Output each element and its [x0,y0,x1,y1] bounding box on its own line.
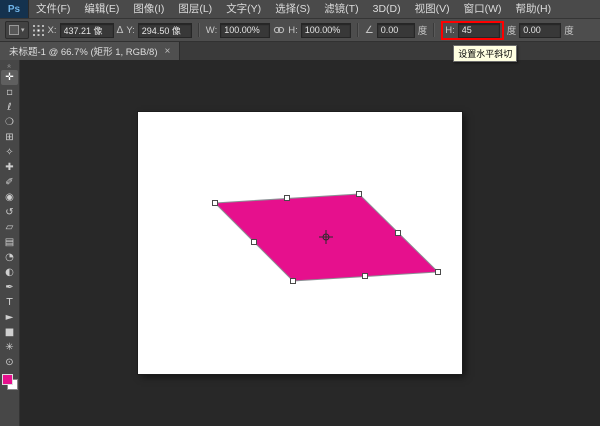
vertical-skew-input[interactable] [519,23,561,38]
transform-overlay [20,60,600,426]
transform-handle[interactable] [363,274,368,279]
tab-close-icon[interactable]: × [164,46,170,57]
link-dimensions-icon[interactable] [273,25,285,35]
rectangle-tool[interactable]: ■ [1,325,18,340]
y-label: Y: [126,25,134,36]
blur-tool[interactable]: ◔ [1,250,18,265]
x-label: X: [48,25,57,36]
transform-options-bar: ▾ X: Δ Y: W: H: ∠ 度 H: 度 设置水平斜切 度 [0,19,600,42]
width-label: W: [206,25,217,36]
crop-tool[interactable]: ⊞ [1,130,18,145]
hskew-label: H: [445,25,455,36]
x-position-input[interactable] [60,23,114,38]
current-tool-thumbnail [9,25,19,35]
y-position-input[interactable] [138,23,192,38]
menu-item[interactable]: 编辑(E) [77,0,126,18]
panel-collapse-icon[interactable]: » [6,64,14,68]
transform-handle[interactable] [252,240,257,245]
tool-preset-button[interactable]: ▾ [5,21,29,39]
transform-handle[interactable] [291,279,296,284]
menu-item[interactable]: 文件(F) [29,0,77,18]
move-tool[interactable]: ✛ [1,70,18,85]
menu-item[interactable]: 文字(Y) [219,0,268,18]
menu-items: 文件(F)编辑(E)图像(I)图层(L)文字(Y)选择(S)滤镜(T)3D(D)… [29,0,558,18]
eraser-tool[interactable]: ▱ [1,220,18,235]
relative-position-icon[interactable]: Δ [117,25,124,36]
hand-tool[interactable]: ✳ [1,340,18,355]
menu-bar: Ps 文件(F)编辑(E)图像(I)图层(L)文字(Y)选择(S)滤镜(T)3D… [0,0,600,19]
width-percent-input[interactable] [220,23,270,38]
rotate-angle-icon: ∠ [365,25,374,36]
path-selection-tool[interactable]: ► [1,310,18,325]
transform-handle[interactable] [396,231,401,236]
horizontal-skew-input[interactable] [458,23,500,38]
annotation-highlight: H: [441,21,504,40]
transform-handle[interactable] [213,201,218,206]
horizontal-skew-group: H: 度 设置水平斜切 [441,21,516,40]
foreground-color-swatch[interactable] [2,374,13,385]
clone-stamp-tool[interactable]: ◉ [1,190,18,205]
brush-tool[interactable]: ✐ [1,175,18,190]
rectangular-marquee-tool[interactable]: ▫ [1,85,18,100]
eyedropper-tool[interactable]: ✧ [1,145,18,160]
menu-item[interactable]: 帮助(H) [509,0,559,18]
menu-item[interactable]: 图层(L) [171,0,219,18]
angle-unit-label: 度 [418,23,428,37]
menu-item[interactable]: 窗口(W) [457,0,509,18]
menu-item[interactable]: 图像(I) [126,0,171,18]
photoshop-logo: Ps [0,0,29,18]
vskew-unit-label: 度 [564,23,574,37]
spot-healing-brush-tool[interactable]: ✚ [1,160,18,175]
transform-handle[interactable] [357,192,362,197]
tools-panel: » ✛▫ℓ❍⊞✧✚✐◉↺▱▤◔◐✒T►■✳⊙ [0,60,20,426]
lasso-tool[interactable]: ℓ [1,100,18,115]
pen-tool[interactable]: ✒ [1,280,18,295]
quick-selection-tool[interactable]: ❍ [1,115,18,130]
menu-item[interactable]: 滤镜(T) [317,0,365,18]
reference-point-locator[interactable] [32,24,45,37]
document-tab[interactable]: 未标题-1 @ 66.7% (矩形 1, RGB/8) × [0,42,180,60]
transform-handle[interactable] [436,270,441,275]
rotate-angle-input[interactable] [377,23,415,38]
document-tab-title: 未标题-1 @ 66.7% (矩形 1, RGB/8) [9,44,157,58]
history-brush-tool[interactable]: ↺ [1,205,18,220]
chevron-down-icon: ▾ [21,26,25,34]
options-divider [198,23,200,37]
height-percent-input[interactable] [301,23,351,38]
height-label: H: [288,25,298,36]
transform-handle[interactable] [285,196,290,201]
color-swatches [2,374,18,390]
menu-item[interactable]: 3D(D) [366,0,408,18]
dodge-tool[interactable]: ◐ [1,265,18,280]
menu-item[interactable]: 视图(V) [408,0,457,18]
options-divider [433,23,435,37]
hskew-tooltip: 设置水平斜切 [453,45,517,62]
type-tool[interactable]: T [1,295,18,310]
gradient-tool[interactable]: ▤ [1,235,18,250]
hskew-unit-label: 度 [507,23,517,37]
canvas-area [20,60,600,426]
menu-item[interactable]: 选择(S) [268,0,317,18]
options-divider [357,23,359,37]
zoom-tool[interactable]: ⊙ [1,355,18,370]
